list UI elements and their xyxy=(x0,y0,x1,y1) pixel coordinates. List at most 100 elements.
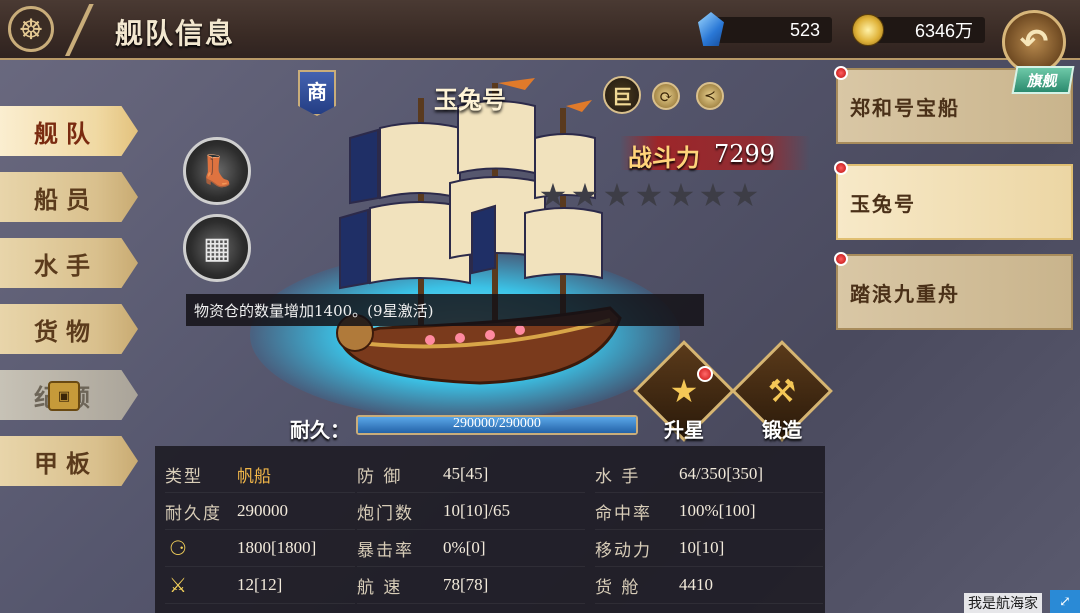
star-slot: ★ xyxy=(602,176,632,214)
stat-value: 0%[0] xyxy=(443,538,486,557)
tab-crew[interactable]: 船员 xyxy=(0,172,138,222)
lock-icon: ▣ xyxy=(48,381,80,411)
stat-value: 78[78] xyxy=(443,575,489,594)
notification-dot xyxy=(834,66,848,80)
watermark: 我是航海家 xyxy=(964,593,1042,613)
stat-label: 暴击率 xyxy=(357,540,414,561)
gold-count: 6346万 xyxy=(914,21,973,41)
ship-wheel-icon[interactable]: ☸ xyxy=(8,6,54,52)
cargo-crates-icon: ▦ xyxy=(202,230,232,266)
fleet-ship-name: 踏浪九重舟 xyxy=(850,281,960,306)
tab-deck[interactable]: 甲板 xyxy=(0,436,138,486)
fleet-ship-card-selected[interactable]: 玉兔号 xyxy=(836,164,1073,240)
notification-dot xyxy=(834,252,848,266)
page-title: 舰队信息 xyxy=(115,17,236,50)
stat-value: 10[10] xyxy=(679,538,725,557)
stat-row: 炮门数 10[10]/65 xyxy=(357,493,585,530)
boot-icon: 👢 xyxy=(198,153,236,189)
stat-value: 10[10]/65 xyxy=(443,501,511,520)
expand-icon[interactable]: ⤢ xyxy=(1050,590,1080,613)
stat-row: 防 御 45[45] xyxy=(357,456,585,493)
stat-label: 炮门数 xyxy=(357,503,414,524)
stat-icon-cell: ⚔ xyxy=(165,572,237,597)
power-value: 7299 xyxy=(714,140,776,168)
stat-row: 命中率 100%[100] xyxy=(595,493,823,530)
stat-row: 货 舱 4410 xyxy=(595,567,823,604)
star-icon: ★ xyxy=(669,372,699,410)
star-slot: ★ xyxy=(666,176,696,214)
stats-col-2: 防 御 45[45] 炮门数 10[10]/65 暴击率 0%[0] 航 速 7… xyxy=(357,446,585,604)
title-divider xyxy=(60,4,100,56)
crossed-swords-icon: ⚔ xyxy=(169,572,187,597)
stat-row: 暴击率 0%[0] xyxy=(357,530,585,567)
cargo-button[interactable]: ▦ xyxy=(183,214,251,282)
ship-image[interactable] xyxy=(320,78,640,398)
gem-count: 523 xyxy=(789,19,820,40)
fleet-ship-card[interactable]: 踏浪九重舟 xyxy=(836,254,1073,330)
ship-name: 玉兔号 xyxy=(434,85,506,114)
gem-counter: 523 xyxy=(715,17,832,43)
tab-label: 舰队 xyxy=(34,118,98,148)
stat-value: 290000 xyxy=(237,501,288,520)
stat-value: 4410 xyxy=(679,575,713,594)
flagship-tag: 旗舰 xyxy=(1011,66,1075,94)
star-slot: ★ xyxy=(538,176,568,214)
stat-label: 耐久度 xyxy=(165,503,222,524)
stat-label: 货 舱 xyxy=(595,577,641,598)
bonus-tooltip: 物资仓的数量增加1400。(9星激活) xyxy=(186,294,704,326)
ship-size-badge: 巨 xyxy=(603,76,641,114)
star-rating: ★ ★ ★ ★ ★ ★ ★ xyxy=(538,176,760,214)
back-button[interactable]: ↶ xyxy=(1002,10,1066,74)
stats-col-3: 水 手 64/350[350] 命中率 100%[100] 移动力 10[10]… xyxy=(595,446,823,604)
fleet-ship-name: 玉兔号 xyxy=(850,191,916,216)
star-slot: ★ xyxy=(730,176,760,214)
forge-label: 锻造 xyxy=(762,418,802,442)
durability-text: 290000/290000 xyxy=(453,416,541,431)
gold-coin-icon xyxy=(852,14,884,46)
stat-value: 45[45] xyxy=(443,464,489,483)
stat-value: 1800[1800] xyxy=(237,538,317,557)
refresh-icon[interactable]: ⟳ xyxy=(652,82,680,110)
stat-icon-cell: ⚆ xyxy=(165,535,237,560)
stat-value: 12[12] xyxy=(237,575,283,594)
tab-label: 船员 xyxy=(34,184,98,214)
tab-sailors[interactable]: 水手 xyxy=(0,238,138,288)
power-label: 战斗力 xyxy=(628,143,700,172)
stat-label: 类型 xyxy=(165,466,203,487)
stat-label: 命中率 xyxy=(595,503,652,524)
star-slot: ★ xyxy=(634,176,664,214)
stat-label: 水 手 xyxy=(595,466,641,487)
durability-label: 耐久： xyxy=(290,418,350,442)
stat-row: 耐久度 290000 xyxy=(165,493,355,530)
tab-fleet[interactable]: 舰队 xyxy=(0,106,138,156)
stat-row: 航 速 78[78] xyxy=(357,567,585,604)
fleet-ship-name: 郑和号宝船 xyxy=(850,95,960,120)
stat-value: 64/350[350] xyxy=(679,464,764,483)
tab-cargo[interactable]: 货物 xyxy=(0,304,138,354)
tab-label: 货物 xyxy=(34,316,98,346)
stat-row: 水 手 64/350[350] xyxy=(595,456,823,493)
ship-size-label: 巨 xyxy=(612,84,632,109)
notification-dot xyxy=(834,161,848,175)
stat-row: 类型 帆船 xyxy=(165,456,355,493)
star-slot: ★ xyxy=(570,176,600,214)
cannon-icon: ⚆ xyxy=(169,535,187,560)
stat-row: ⚆ 1800[1800] xyxy=(165,530,355,567)
stat-label: 航 速 xyxy=(357,577,403,598)
boot-button[interactable]: 👢 xyxy=(183,137,251,205)
stat-value: 帆船 xyxy=(237,466,271,487)
stat-label: 移动力 xyxy=(595,540,652,561)
stats-panel: 类型 帆船 耐久度 290000 ⚆ 1800[1800] ⚔ 12[12] 防… xyxy=(155,446,825,613)
stats-col-1: 类型 帆船 耐久度 290000 ⚆ 1800[1800] ⚔ 12[12] xyxy=(165,446,355,604)
stat-value: 100%[100] xyxy=(679,501,756,520)
stat-row: 移动力 10[10] xyxy=(595,530,823,567)
tab-label: 甲板 xyxy=(34,448,98,478)
stat-row: ⚔ 12[12] xyxy=(165,567,355,604)
anvil-icon: ⚒ xyxy=(767,372,797,410)
share-icon[interactable]: ≺ xyxy=(696,82,724,110)
notification-dot xyxy=(697,366,713,382)
stat-label: 防 御 xyxy=(357,466,403,487)
upgrade-star-label: 升星 xyxy=(664,418,704,442)
tab-label: 水手 xyxy=(34,250,98,280)
back-arrow-icon: ↶ xyxy=(1019,22,1049,62)
